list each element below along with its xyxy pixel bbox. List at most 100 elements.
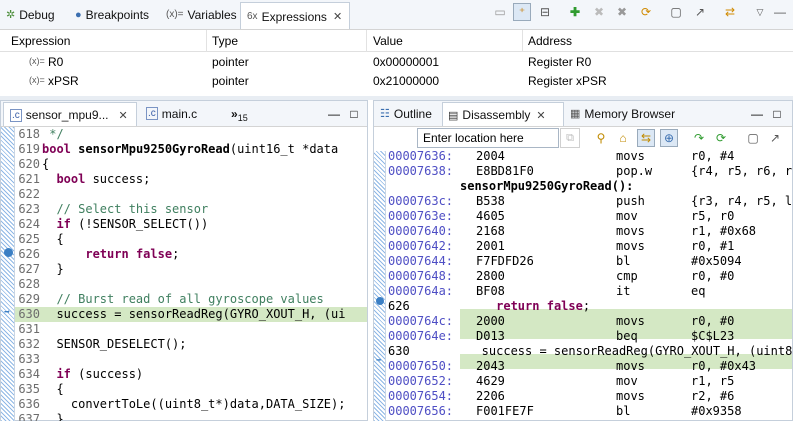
tab-sensor-mpu[interactable]: .c sensor_mpu9... ✕ (3, 102, 137, 126)
debug-icon: ✲ (6, 9, 16, 21)
remove-all-icon[interactable]: ✖ (613, 3, 631, 21)
disasm-row: 00007638: (388, 164, 454, 178)
add-expression-icon[interactable]: ✚ (566, 3, 584, 21)
sync-icon[interactable]: ⇄ (721, 3, 739, 21)
expression-value: 0x21000000 (373, 74, 440, 88)
code-line: 622 (18, 187, 40, 201)
tab-overflow[interactable]: » 15 (231, 101, 248, 126)
current-code-line: 630 success = sensorReadReg(GYRO_XOUT_H,… (15, 307, 367, 322)
code-line: 634 if (success) (18, 367, 144, 381)
tab-debug[interactable]: ✲ Debug (6, 0, 55, 29)
code-line: 628 (18, 277, 40, 291)
editor-tabbar: .c sensor_mpu9... ✕ .c main.c » 15 — □ (1, 101, 367, 127)
minimize-icon[interactable]: — (771, 3, 789, 21)
disassembly-listing[interactable]: ➡ 00007636: 2004 movs r0, #4 00007638: E… (374, 151, 792, 421)
minimize-icon[interactable]: — (325, 105, 343, 123)
header-expression[interactable]: Expression (11, 34, 70, 48)
refresh-icon[interactable]: ⟳ (637, 3, 655, 21)
sync-with-editor-icon[interactable]: ⇆ (637, 129, 655, 147)
show-symbols-icon[interactable]: ⊕ (660, 129, 678, 147)
header-divider (366, 30, 367, 52)
opcode: 2001 (476, 239, 505, 253)
top-view-tabbar: ✲ Debug ● Breakpoints (x)= Variables 6x … (0, 0, 793, 30)
operands: {r4, r5, r6, r (691, 164, 792, 178)
location-bar: Enter location here ⧉ ⚲ ⌂ ⇆ ⊕ ↷ ⟳ ▢ ↗ (374, 127, 792, 151)
disasm-row: 0000764c: (388, 314, 454, 328)
operands: $C$L23 (691, 329, 735, 343)
table-row[interactable]: (x)= xPSR pointer 0x21000000 Register xP… (0, 72, 793, 91)
variable-icon: (x)= (29, 56, 45, 66)
tab-disassembly[interactable]: ▤ Disassembly ✕ (442, 102, 564, 126)
home-icon[interactable]: ⌂ (614, 129, 632, 147)
step-over-icon[interactable]: ↷ (690, 129, 708, 147)
tab-breakpoints[interactable]: ● Breakpoints (75, 0, 149, 29)
code-line: 633 (18, 352, 40, 366)
go-button[interactable]: ⧉ (560, 128, 580, 148)
disasm-row: 0000763c: (388, 194, 454, 208)
new-view-icon[interactable]: ▢ (667, 3, 685, 21)
pin-icon[interactable]: ↗ (766, 129, 784, 147)
code-line: 627 } (18, 262, 64, 276)
mnemonic: movs (616, 359, 645, 373)
maximize-icon[interactable]: □ (345, 105, 363, 123)
tab-outline-label: Outline (393, 106, 432, 121)
operands: eq (691, 284, 706, 298)
mnemonic: movs (616, 314, 645, 328)
tab-main-c[interactable]: .c main.c (146, 101, 197, 126)
overflow-count: 15 (237, 112, 248, 123)
show-type-names-icon[interactable]: ▭ (491, 3, 509, 21)
collapse-all-icon[interactable]: ⊟ (536, 3, 554, 21)
code-line: 636 convertToLe((uint8_t*)data,DATA_SIZE… (18, 397, 346, 411)
opcode: F001FE7F (476, 404, 534, 418)
expression-value: 0x00000001 (373, 55, 440, 69)
tab-main-c-label: main.c (161, 106, 198, 121)
view-menu-icon[interactable]: ▽ (751, 3, 769, 21)
header-value[interactable]: Value (373, 34, 403, 48)
code-line: 624 if (!SENSOR_SELECT()) (18, 217, 209, 231)
operands: r1, r5 (691, 374, 735, 388)
expressions-table: Expression Type Value Address (x)= R0 po… (0, 30, 793, 96)
tab-memory-browser[interactable]: ▦ Memory Browser (570, 101, 675, 126)
expression-type: pointer (212, 74, 249, 88)
close-icon[interactable]: ✕ (119, 109, 128, 122)
disasm-row: 00007650: (388, 359, 454, 373)
maximize-icon[interactable]: □ (768, 105, 786, 123)
pin-icon[interactable]: ↗ (691, 3, 709, 21)
opcode: 4629 (476, 374, 505, 388)
code-line: 625 { (18, 232, 64, 246)
remove-expression-icon[interactable]: ✖ (590, 3, 608, 21)
breakpoints-icon: ● (75, 8, 82, 21)
opcode: 4605 (476, 209, 505, 223)
mnemonic: mov (616, 209, 638, 223)
new-view-icon[interactable]: ▢ (744, 129, 762, 147)
breakpoint-icon[interactable] (376, 297, 384, 305)
opcode: D013 (476, 329, 505, 343)
tab-expressions[interactable]: 6x Expressions ✕ (240, 2, 350, 29)
table-row[interactable]: (x)= R0 pointer 0x00000001 Register R0 (0, 53, 793, 72)
code-line: 637 } (18, 412, 64, 421)
close-icon[interactable]: ✕ (333, 10, 342, 23)
operands: r5, r0 (691, 209, 735, 223)
disassembly-panel: ☷ Outline ▤ Disassembly ✕ ▦ Memory Brows… (373, 100, 793, 421)
source-line-number: 630 (388, 344, 410, 358)
close-icon[interactable]: ✕ (536, 109, 545, 122)
code-area[interactable]: ➡ 618 */ 619 bool sensorMpu9250GyroRead(u… (1, 127, 367, 421)
opcode: F7FDFD26 (476, 254, 534, 268)
tab-outline[interactable]: ☷ Outline (380, 101, 432, 126)
header-divider (522, 30, 523, 52)
minimize-icon[interactable]: — (748, 105, 766, 123)
header-type[interactable]: Type (212, 34, 238, 48)
location-input[interactable]: Enter location here (417, 128, 559, 148)
code-line: 619 bool sensorMpu9250GyroRead(uint16_t *… (18, 142, 339, 156)
source-line-number: 626 (388, 299, 410, 313)
disassembly-icon: ▤ (448, 109, 459, 122)
tab-variables[interactable]: (x)= Variables (166, 0, 237, 29)
code-lines: 618 */ 619 bool sensorMpu9250GyroRead(uin… (1, 127, 367, 421)
show-logical-structure-icon[interactable]: ⁺ (513, 3, 531, 21)
code-line: 632 SENSOR_DESELECT(); (18, 337, 187, 351)
header-address[interactable]: Address (528, 34, 572, 48)
mnemonic: push (616, 194, 645, 208)
link-icon[interactable]: ⚲ (592, 129, 610, 147)
code-line: 629 // Burst read of all gyroscope value… (18, 292, 324, 306)
refresh-icon[interactable]: ⟳ (712, 129, 730, 147)
